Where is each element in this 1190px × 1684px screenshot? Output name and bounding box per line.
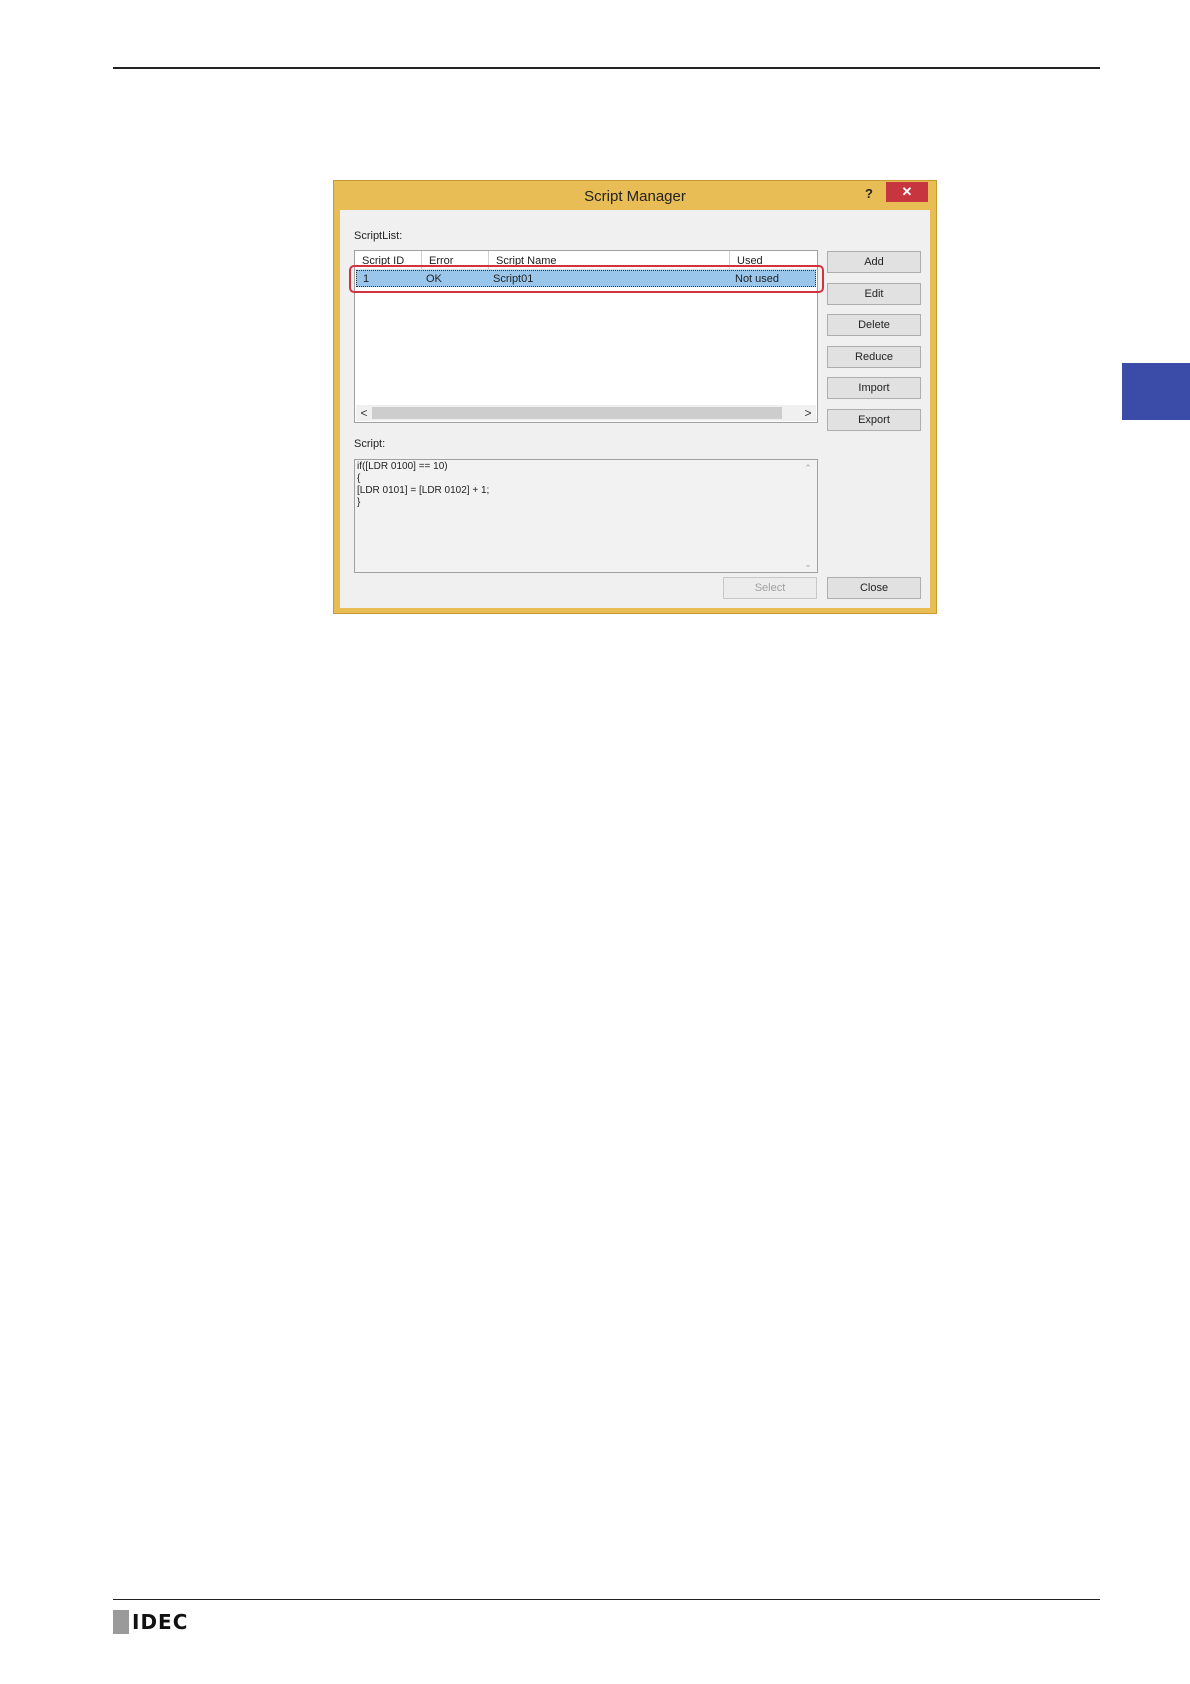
close-window-button[interactable]: ✕ <box>886 182 928 202</box>
logo-text: IDEC <box>132 1610 189 1634</box>
chapter-tab <box>1122 363 1190 420</box>
export-button[interactable]: Export <box>827 409 921 431</box>
script-list-label: ScriptList: <box>354 230 403 242</box>
header-rule <box>113 67 1100 69</box>
help-button[interactable]: ? <box>858 184 880 204</box>
script-line: [LDR 0101] = [LDR 0102] + 1; <box>357 485 490 496</box>
delete-button[interactable]: Delete <box>827 314 921 336</box>
footer-rule <box>113 1599 1100 1600</box>
select-button[interactable]: Select <box>723 577 817 599</box>
script-line: if([LDR 0100] == 10) <box>357 461 448 472</box>
import-button[interactable]: Import <box>827 377 921 399</box>
vertical-scrollbar[interactable]: ⌃ ⌄ <box>800 461 816 571</box>
title-bar[interactable]: Script Manager ? ✕ <box>334 181 936 210</box>
script-manager-dialog: Script Manager ? ✕ ScriptList: Script ID… <box>333 180 937 614</box>
script-line: { <box>357 473 361 484</box>
dialog-title: Script Manager <box>584 188 686 205</box>
add-button[interactable]: Add <box>827 251 921 273</box>
scroll-down-icon[interactable]: ⌄ <box>800 557 816 571</box>
selected-row-highlight <box>349 265 824 293</box>
script-line: } <box>357 497 361 508</box>
horizontal-scrollbar[interactable]: < > <box>356 405 816 421</box>
script-label: Script: <box>354 438 386 450</box>
logo-mark-icon <box>113 1610 129 1634</box>
script-textarea[interactable]: if([LDR 0100] == 10) { [LDR 0101] = [LDR… <box>354 459 818 573</box>
reduce-button[interactable]: Reduce <box>827 346 921 368</box>
scroll-up-icon[interactable]: ⌃ <box>800 461 816 475</box>
scroll-left-icon[interactable]: < <box>356 405 372 421</box>
edit-button[interactable]: Edit <box>827 283 921 305</box>
scroll-right-icon[interactable]: > <box>800 405 816 421</box>
close-button[interactable]: Close <box>827 577 921 599</box>
scroll-thumb[interactable] <box>372 407 782 419</box>
idec-logo: IDEC <box>113 1610 188 1634</box>
